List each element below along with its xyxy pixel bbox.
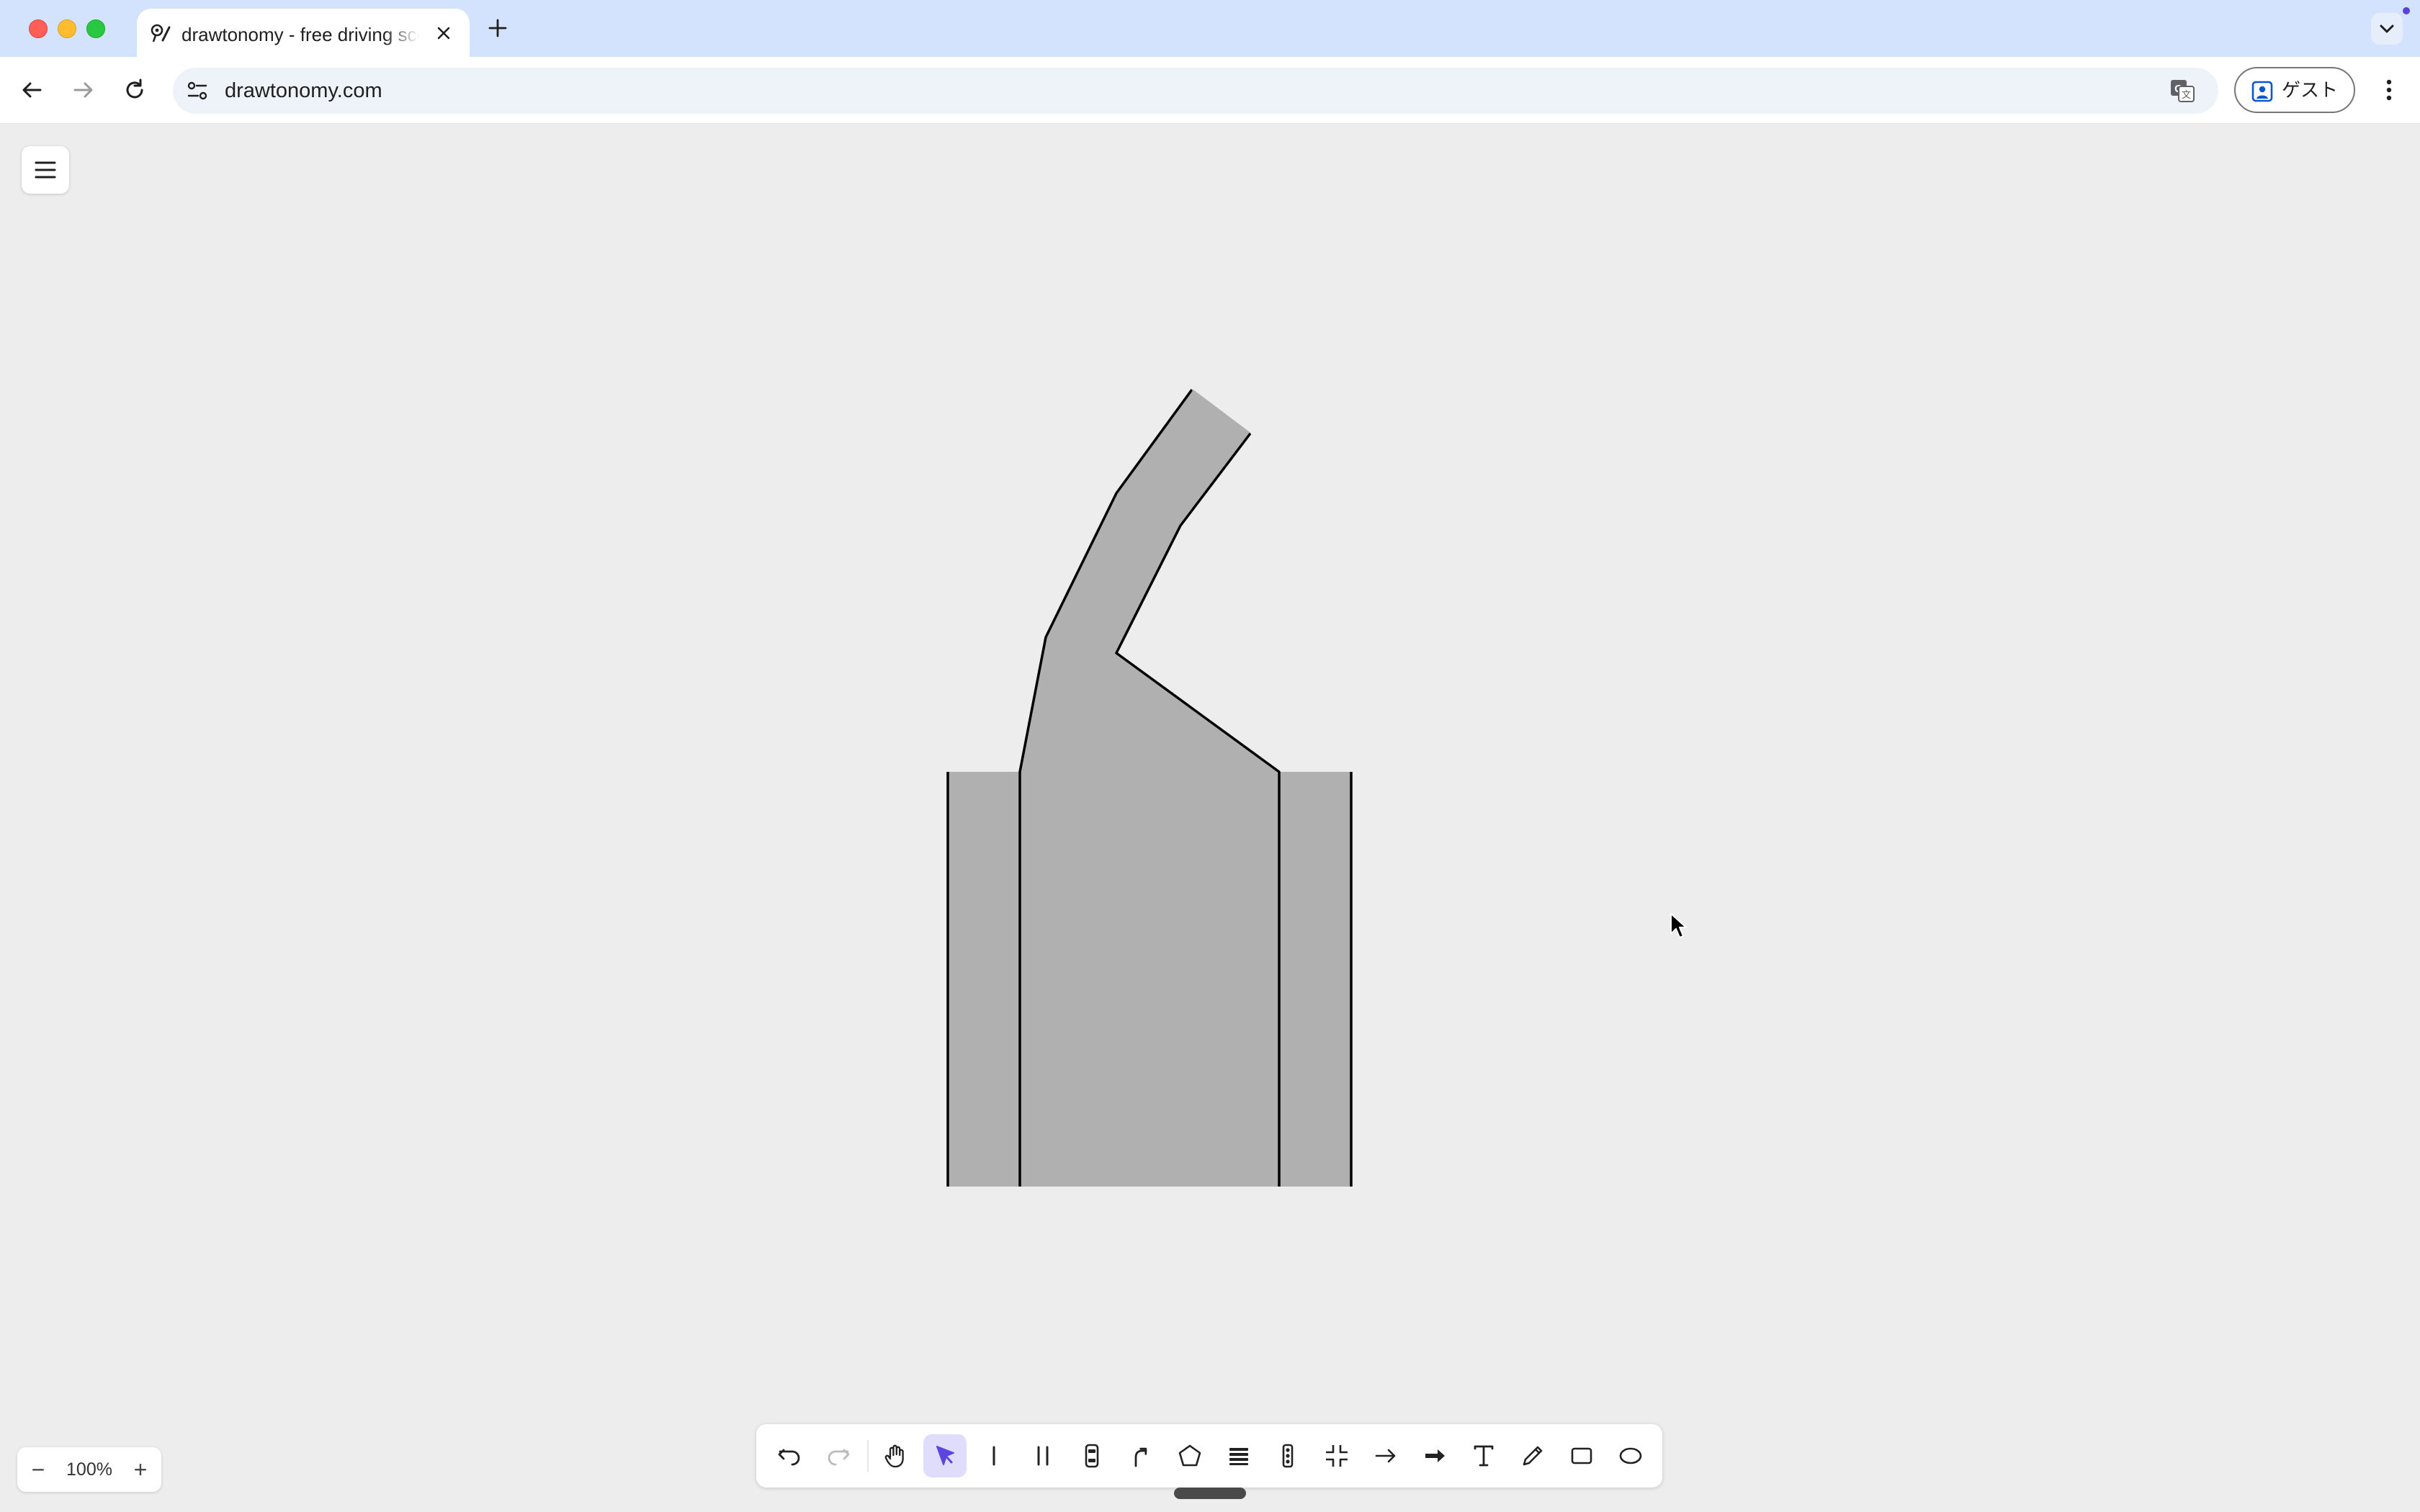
undo-icon — [778, 1449, 800, 1466]
pan-tool-button[interactable] — [874, 1434, 918, 1477]
polygon-tool-button[interactable] — [1168, 1434, 1211, 1477]
drawing-canvas-area[interactable]: − 100% + — [0, 124, 2420, 1512]
rectangle-tool-button[interactable] — [1560, 1434, 1603, 1477]
branching-road[interactable] — [1020, 390, 1279, 1187]
zoom-control: − 100% + — [17, 1447, 161, 1492]
notification-dot — [2403, 7, 2410, 14]
window-close-button[interactable] — [29, 19, 48, 38]
forward-icon[interactable] — [69, 76, 98, 104]
chevron-down-icon — [2380, 24, 2394, 33]
pen-tool-button[interactable] — [1511, 1434, 1554, 1477]
address-bar[interactable]: drawtonomy.com — [173, 68, 2218, 114]
mouse-cursor-icon — [1670, 913, 1687, 938]
text-tool-button[interactable] — [1462, 1434, 1505, 1477]
profile-label: ゲスト — [2282, 79, 2339, 101]
reload-icon[interactable] — [120, 76, 149, 104]
url-text[interactable]: drawtonomy.com — [225, 79, 382, 102]
road-tool-button[interactable] — [1021, 1434, 1065, 1477]
svg-text:文: 文 — [2182, 90, 2191, 101]
hand-icon — [884, 1444, 904, 1468]
undo-button[interactable] — [768, 1434, 811, 1477]
translate-icon[interactable]: G 文 — [2169, 78, 2195, 103]
ellipse-icon — [1619, 1447, 1642, 1464]
zoom-level[interactable]: 100% — [59, 1459, 120, 1480]
pentagon-icon — [1178, 1444, 1201, 1467]
double-line-icon — [1037, 1446, 1049, 1466]
path-tool-button[interactable] — [1119, 1434, 1162, 1477]
browser-toolbar: drawtonomy.com G 文 ゲスト — [0, 57, 2420, 124]
profile-guest-button[interactable]: ゲスト — [2234, 67, 2355, 113]
arrow-tool-button[interactable] — [1364, 1434, 1407, 1477]
window-zoom-button[interactable] — [86, 19, 105, 38]
intersection-icon — [1326, 1445, 1348, 1467]
single-line-icon — [992, 1446, 995, 1466]
traffic-light-icon — [1282, 1444, 1294, 1468]
browser-tab-active[interactable]: drawtonomy - free driving scenario edito… — [137, 9, 470, 57]
new-tab-plus-icon[interactable] — [487, 17, 508, 39]
road-network[interactable] — [946, 388, 1353, 1187]
zoom-in-button[interactable]: + — [127, 1456, 154, 1483]
car-icon — [1085, 1444, 1099, 1468]
pencil-icon — [1523, 1446, 1543, 1466]
toolbar-drag-handle[interactable] — [1174, 1488, 1246, 1499]
ellipse-tool-button[interactable] — [1609, 1434, 1652, 1477]
tab-search-button[interactable] — [2371, 13, 2403, 45]
window-minimize-button[interactable] — [58, 19, 76, 38]
thick-arrow-tool-button[interactable] — [1413, 1434, 1456, 1477]
site-info-icon[interactable] — [186, 80, 209, 102]
redo-icon — [828, 1449, 850, 1466]
text-icon — [1474, 1445, 1494, 1467]
zoom-out-button[interactable]: − — [24, 1456, 52, 1483]
redo-button[interactable] — [817, 1434, 860, 1477]
drawtonomy-logo-icon — [151, 24, 171, 42]
crosswalk-icon — [1229, 1448, 1248, 1465]
tab-title: drawtonomy - free driving scenario edito… — [182, 24, 419, 45]
left-lane-road[interactable] — [948, 772, 1020, 1187]
pointer-icon — [936, 1446, 954, 1465]
close-icon[interactable] — [434, 23, 454, 43]
crosswalk-tool-button[interactable] — [1217, 1434, 1260, 1477]
intersection-tool-button[interactable] — [1315, 1434, 1358, 1477]
browser-tab-strip: drawtonomy - free driving scenario edito… — [0, 0, 2420, 57]
select-tool-button[interactable] — [923, 1434, 967, 1477]
traffic-light-tool-button[interactable] — [1266, 1434, 1309, 1477]
person-icon — [2251, 81, 2273, 102]
more-vert-icon[interactable] — [2377, 76, 2401, 104]
vehicle-tool-button[interactable] — [1070, 1434, 1113, 1477]
road-drawing[interactable] — [0, 124, 2420, 1512]
right-lane-road[interactable] — [1279, 772, 1351, 1187]
drawing-toolbar — [756, 1424, 1662, 1488]
thick-arrow-icon — [1425, 1449, 1445, 1462]
rectangle-icon — [1571, 1447, 1592, 1464]
path-arrow-icon — [1134, 1447, 1147, 1467]
toolbar-divider — [867, 1440, 869, 1472]
back-icon[interactable] — [17, 76, 46, 104]
arrow-right-icon — [1375, 1449, 1396, 1463]
lane-tool-button[interactable] — [972, 1434, 1016, 1477]
